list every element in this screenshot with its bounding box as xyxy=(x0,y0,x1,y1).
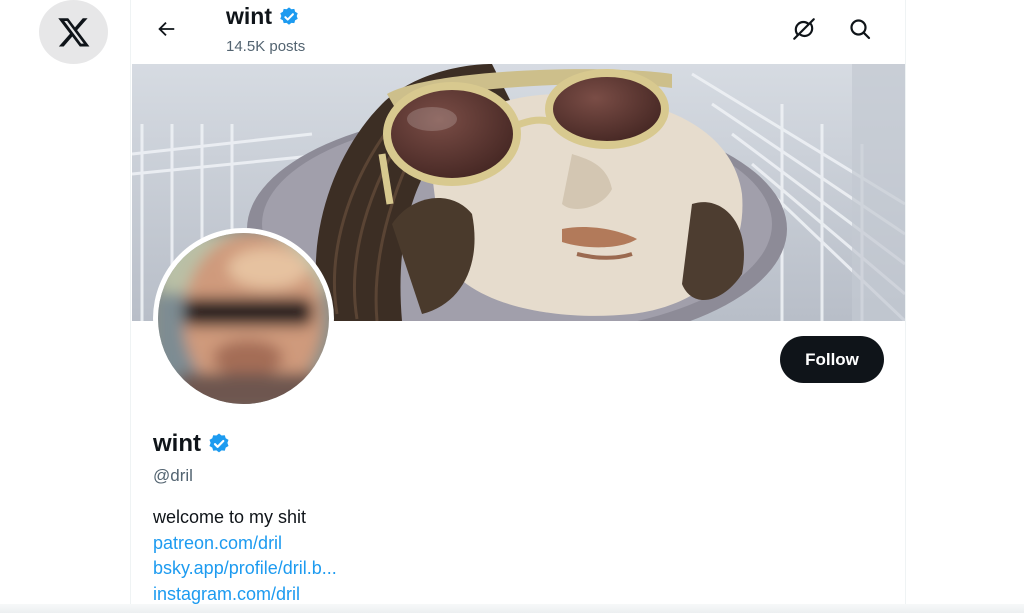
header-name-text: wint xyxy=(226,3,272,29)
display-name-text: wint xyxy=(153,430,201,457)
profile-header-bar: wint 14.5K posts xyxy=(131,0,905,64)
grok-button[interactable] xyxy=(787,12,821,46)
bio-link-patreon[interactable]: patreon.com/dril xyxy=(153,533,282,554)
grok-icon xyxy=(793,18,815,40)
verified-badge-icon xyxy=(280,6,298,25)
profile-avatar[interactable] xyxy=(153,228,334,409)
avatar-image xyxy=(158,233,329,404)
profile-bio: welcome to my shit xyxy=(153,507,307,527)
search-icon xyxy=(850,19,871,40)
bio-link-instagram[interactable]: instagram.com/dril xyxy=(153,584,300,605)
post-count: 14.5K posts xyxy=(226,38,306,55)
profile-display-name: wint xyxy=(153,430,231,458)
search-button[interactable] xyxy=(843,12,877,46)
profile-column: wint 14.5K posts Follow wint @dril welco… xyxy=(130,0,906,613)
profile-handle: @dril xyxy=(153,466,193,485)
bio-link-bluesky[interactable]: bsky.app/profile/dril.b... xyxy=(153,558,337,579)
verified-badge-icon[interactable] xyxy=(207,432,231,456)
x-logo-button[interactable] xyxy=(39,0,108,64)
back-button[interactable] xyxy=(149,12,183,46)
window-bottom-edge xyxy=(0,604,1024,613)
arrow-left-icon xyxy=(158,21,175,37)
follow-button[interactable]: Follow xyxy=(780,336,884,383)
profile-page: wint 14.5K posts Follow wint @dril welco… xyxy=(0,0,1024,613)
header-name: wint xyxy=(226,3,300,30)
x-logo-icon xyxy=(57,18,89,47)
